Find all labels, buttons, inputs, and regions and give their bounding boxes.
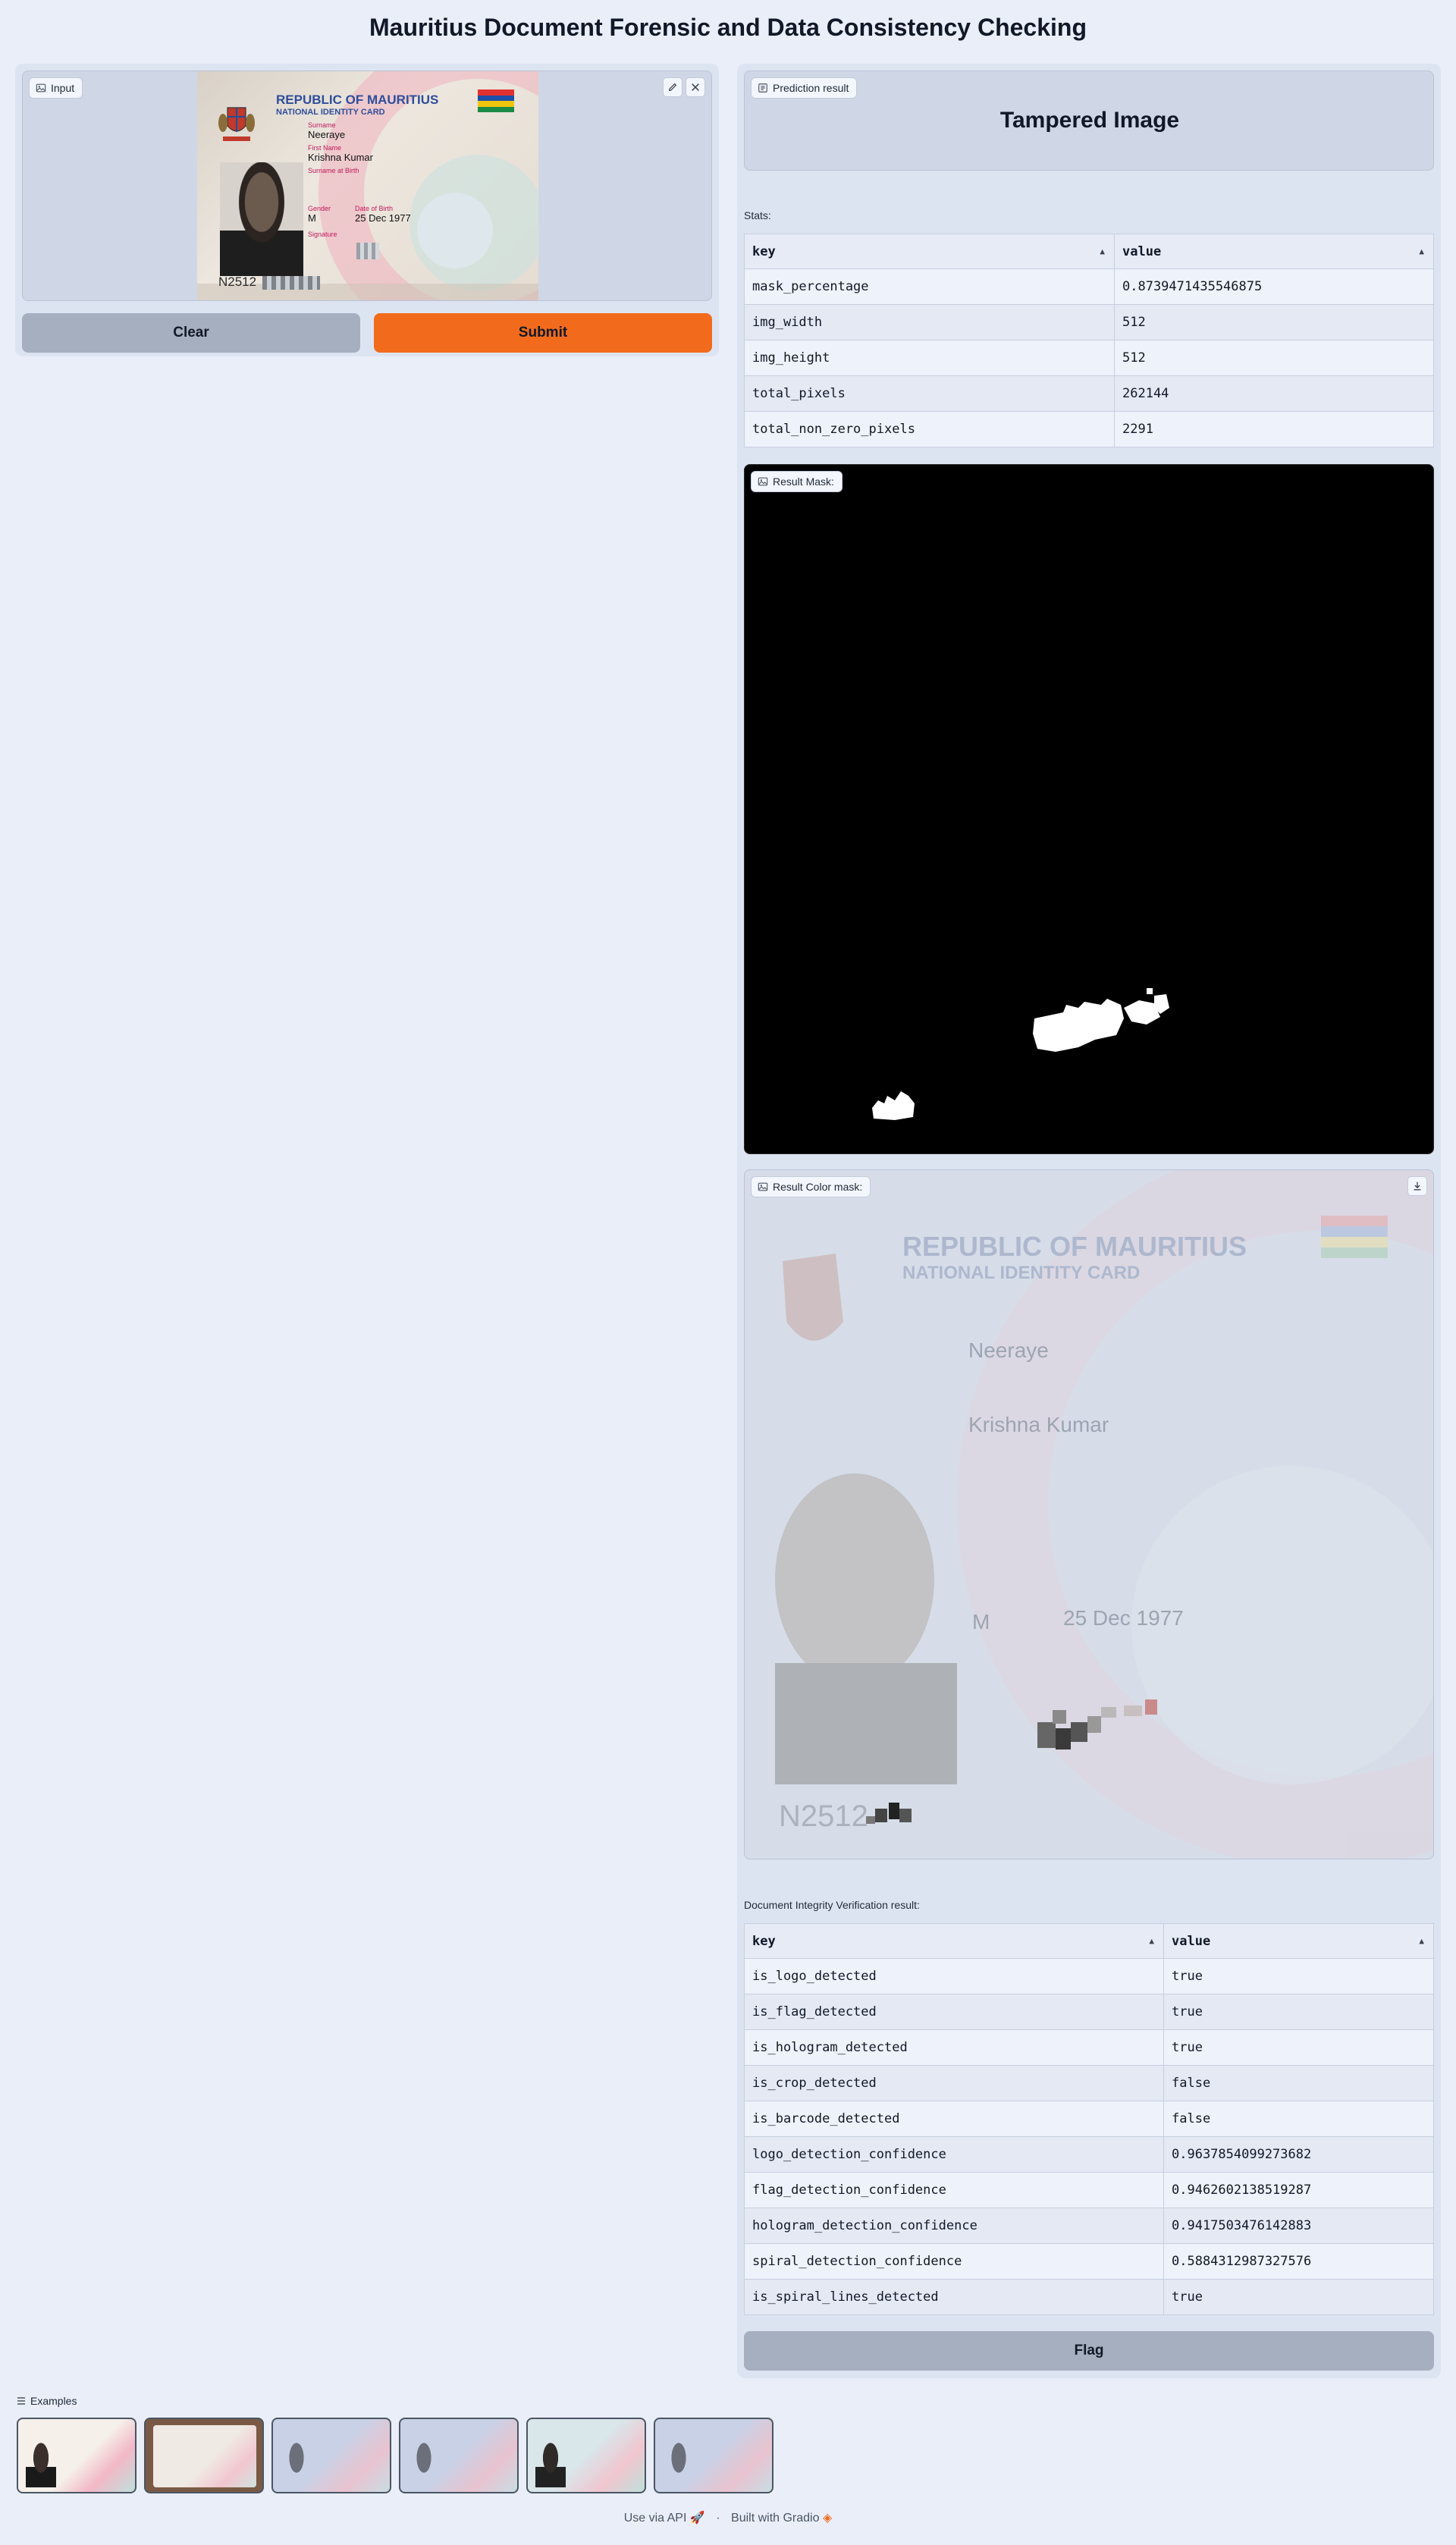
table-row: img_height 512: [744, 340, 1434, 376]
signature-label: Signature: [308, 231, 337, 238]
table-row: logo_detection_confidence 0.9637854099273…: [744, 2136, 1434, 2173]
examples-label: Examples: [17, 2395, 77, 2407]
text-icon: [758, 83, 767, 93]
flag-button[interactable]: Flag: [744, 2331, 1434, 2371]
mauritius-flag-icon: [478, 89, 514, 112]
example-thumb-face: [26, 2442, 56, 2487]
result-mask-label: Result Mask:: [751, 471, 843, 492]
sort-icon[interactable]: ▲: [1149, 1936, 1154, 1946]
stats-header-value[interactable]: value ▲: [1114, 234, 1434, 269]
surname-at-birth-label: Surname at Birth: [308, 167, 359, 174]
surname-label: Surname: [308, 121, 336, 129]
sort-icon[interactable]: ▲: [1100, 246, 1105, 256]
image-icon: [36, 83, 46, 93]
example-thumb-face: [282, 2442, 311, 2487]
gender-value: M: [308, 212, 316, 224]
rocket-icon: 🚀: [689, 2512, 705, 2525]
first-name-label: First Name: [308, 144, 342, 152]
example-thumbnail[interactable]: [526, 2418, 646, 2493]
use-via-api-link[interactable]: Use via API: [624, 2512, 687, 2525]
card-type: NATIONAL IDENTITY CARD: [276, 108, 385, 117]
stats-table: key ▲ value ▲ mask_percentage 0.87394714355…: [744, 234, 1434, 447]
table-row: flag_detection_confidence 0.9462602138519…: [744, 2172, 1434, 2208]
result-mask-label-text: Result Mask:: [773, 475, 834, 488]
footer: Use via API 🚀 · Built with Gradio ◈: [0, 2510, 1456, 2525]
table-row: is_hologram_detected true: [744, 2029, 1434, 2066]
download-icon: [1414, 1181, 1421, 1191]
card-id-number: N2512: [218, 275, 257, 289]
input-label-text: Input: [51, 82, 75, 94]
footer-separator: ·: [716, 2512, 720, 2525]
table-row: is_logo_detected true: [744, 1958, 1434, 1994]
card-blur-patch: [356, 243, 379, 259]
image-icon: [758, 1182, 768, 1191]
submit-button[interactable]: Submit: [374, 313, 712, 353]
clear-button[interactable]: Clear: [22, 313, 360, 353]
stats-label: Stats:: [744, 209, 771, 221]
integrity-table: key ▲ value ▲ is_logo_detected true is_flag…: [744, 1923, 1434, 2315]
prediction-label: Prediction result: [751, 77, 858, 99]
prediction-block: Prediction result Tampered Image: [744, 71, 1434, 171]
table-row: is_crop_detected false: [744, 2065, 1434, 2101]
portrait-photo: [220, 162, 303, 276]
image-icon: [758, 477, 768, 486]
table-row: hologram_detection_confidence 0.941750347…: [744, 2208, 1434, 2244]
table-row: total_non_zero_pixels 2291: [744, 411, 1434, 447]
example-thumbnail[interactable]: [654, 2418, 774, 2493]
example-thumb-face: [535, 2442, 566, 2487]
integrity-label: Document Integrity Verification result:: [744, 1899, 920, 1911]
card-id-blur: [262, 276, 320, 290]
example-thumb-face: [664, 2442, 693, 2487]
result-color-mask-label-text: Result Color mask:: [773, 1181, 863, 1193]
pencil-icon: [668, 83, 677, 92]
table-row: is_flag_detected true: [744, 1994, 1434, 2030]
prediction-value: Tampered Image: [999, 108, 1180, 133]
output-panel: Prediction result Tampered Image Stats: …: [737, 64, 1441, 2378]
surname-value: Neeraye: [308, 129, 346, 140]
card-country: REPUBLIC OF MAURITIUS: [276, 93, 439, 107]
table-row: img_width 512: [744, 304, 1434, 340]
first-name-value: Krishna Kumar: [308, 152, 373, 163]
example-thumbnail[interactable]: [271, 2418, 391, 2493]
input-image-block[interactable]: Input REPUBLIC OF MAURITIUS NATIONAL IDE…: [22, 71, 712, 301]
example-thumbnail[interactable]: [144, 2418, 264, 2493]
result-color-mask-block: Result Color mask: REPUBLIC OF MAURITIUS…: [744, 1169, 1434, 1859]
result-mask-block: Result Mask:: [744, 464, 1434, 1154]
built-with-gradio-link[interactable]: Built with Gradio: [731, 2512, 820, 2525]
gradio-logo-icon: ◈: [822, 2512, 833, 2525]
page-title: Mauritius Document Forensic and Data Con…: [369, 14, 1087, 41]
dob-label: Date of Birth: [355, 205, 394, 212]
table-row: is_barcode_detected false: [744, 2101, 1434, 2137]
example-thumb-card: [153, 2425, 256, 2487]
coat-of-arms-icon: [217, 100, 256, 144]
prediction-label-text: Prediction result: [773, 82, 849, 94]
close-button[interactable]: [686, 77, 705, 97]
stats-header-key[interactable]: key ▲: [744, 234, 1115, 269]
color-mask-overlay: [866, 1699, 1157, 1824]
table-row: total_pixels 262144: [744, 375, 1434, 412]
download-button[interactable]: [1407, 1176, 1427, 1196]
list-icon: [17, 2397, 25, 2405]
gender-label: Gender: [308, 205, 331, 212]
result-color-mask-label: Result Color mask:: [751, 1176, 871, 1197]
example-thumbnail[interactable]: [17, 2418, 136, 2493]
table-row: spiral_detection_confidence 0.58843129873…: [744, 2243, 1434, 2280]
dob-value: 25 Dec 1977: [355, 212, 411, 224]
integrity-header-key[interactable]: key ▲: [744, 1923, 1164, 1959]
mask-image: [872, 988, 1169, 1120]
edit-button[interactable]: [663, 77, 682, 97]
sort-icon[interactable]: ▲: [1419, 1936, 1424, 1946]
example-thumb-face: [410, 2442, 438, 2487]
table-row: is_spiral_lines_detected true: [744, 2279, 1434, 2315]
input-label: Input: [29, 77, 83, 99]
sort-icon[interactable]: ▲: [1419, 246, 1424, 256]
examples-label-text: Examples: [30, 2395, 77, 2407]
close-icon: [692, 83, 699, 91]
input-panel: Input REPUBLIC OF MAURITIUS NATIONAL IDE…: [15, 64, 719, 356]
example-thumbnail[interactable]: [399, 2418, 519, 2493]
id-card-image: REPUBLIC OF MAURITIUS NATIONAL IDENTITY …: [197, 71, 538, 300]
table-row: mask_percentage 0.8739471435546875: [744, 268, 1434, 305]
integrity-header-value[interactable]: value ▲: [1163, 1923, 1434, 1959]
